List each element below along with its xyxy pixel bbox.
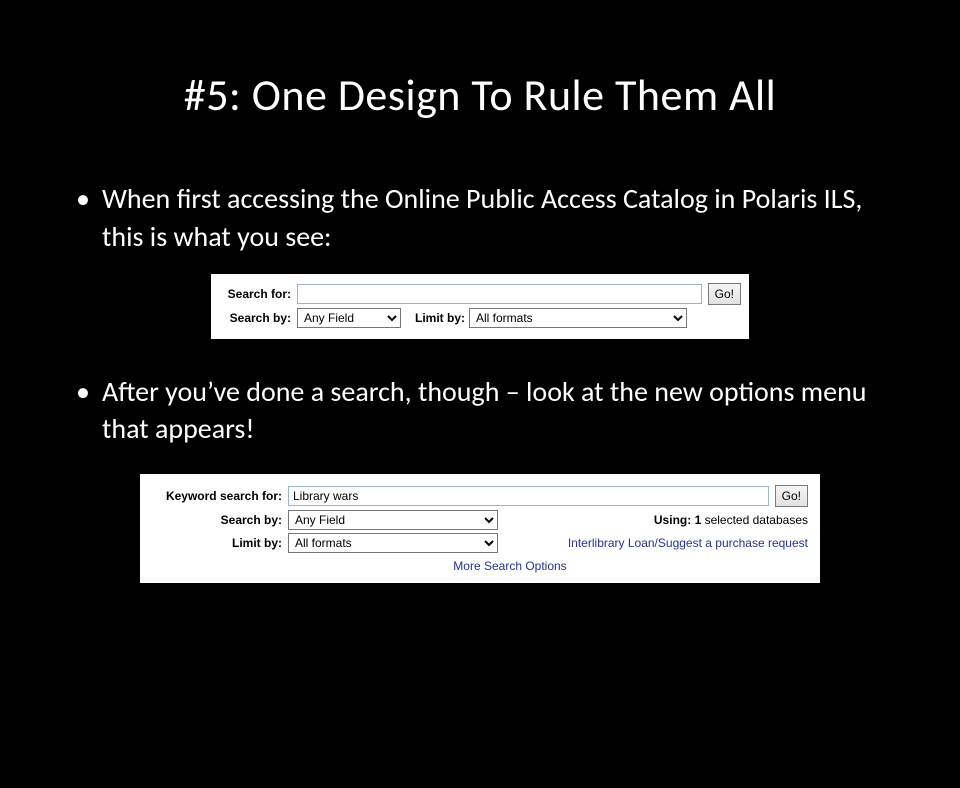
go-button-2[interactable]: Go! bbox=[775, 485, 808, 507]
limit-by-label: Limit by: bbox=[415, 311, 465, 325]
slide-title: #5: One Design To Rule Them All bbox=[0, 68, 960, 122]
search-for-input[interactable] bbox=[297, 284, 702, 304]
search-by-label: Search by: bbox=[219, 311, 291, 325]
slide-content: When first accessing the Online Public A… bbox=[70, 180, 890, 583]
limit-by-select-2[interactable]: All formats bbox=[288, 533, 498, 553]
using-prefix: Using: bbox=[654, 513, 695, 527]
search-by-select[interactable]: Any Field bbox=[297, 308, 401, 328]
ill-suggest-link[interactable]: Interlibrary Loan/Suggest a purchase req… bbox=[568, 536, 808, 550]
search-by-label-2: Search by: bbox=[152, 513, 282, 527]
search-panel-initial: Search for: Go! Search by: Any Field Lim… bbox=[211, 274, 749, 339]
limit-by-label-2: Limit by: bbox=[152, 536, 282, 550]
bullet-1: When first accessing the Online Public A… bbox=[70, 180, 890, 256]
keyword-search-for-label: Keyword search for: bbox=[152, 489, 282, 503]
limit-by-select[interactable]: All formats bbox=[469, 308, 687, 328]
using-suffix: selected databases bbox=[701, 513, 808, 527]
go-button[interactable]: Go! bbox=[708, 283, 741, 305]
using-databases-text: Using: 1 selected databases bbox=[498, 513, 808, 527]
keyword-search-input[interactable] bbox=[288, 486, 769, 506]
bullet-2: After you’ve done a search, though – loo… bbox=[70, 373, 890, 449]
search-by-select-2[interactable]: Any Field bbox=[288, 510, 498, 530]
search-panel-after: Keyword search for: Go! Search by: Any F… bbox=[140, 474, 820, 583]
search-for-label: Search for: bbox=[219, 287, 291, 301]
more-search-options-link[interactable]: More Search Options bbox=[453, 559, 566, 573]
